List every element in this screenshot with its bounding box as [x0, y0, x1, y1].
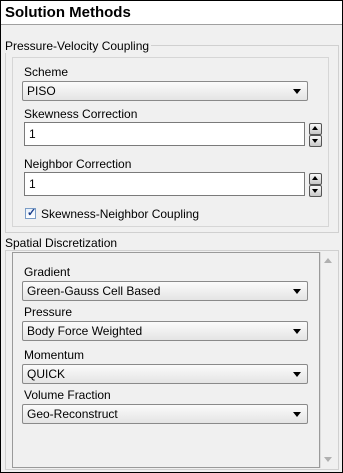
- skewness-correction-label: Skewness Correction: [24, 107, 138, 121]
- gradient-dropdown[interactable]: Green-Gauss Cell Based: [22, 281, 308, 301]
- pressure-velocity-group-label: Pressure-Velocity Coupling: [5, 39, 152, 53]
- neighbor-correction-spinner: [309, 172, 322, 197]
- spin-down-icon: [312, 139, 318, 143]
- skewness-correction-input[interactable]: 1: [24, 122, 305, 146]
- scheme-label: Scheme: [24, 65, 69, 79]
- solution-methods-panel: Solution Methods Pressure-Velocity Coupl…: [0, 0, 343, 473]
- neighbor-spin-up-button[interactable]: [309, 173, 322, 185]
- momentum-value: QUICK: [27, 367, 66, 381]
- skewness-correction-spinner: [309, 122, 322, 147]
- neighbor-correction-label: Neighbor Correction: [24, 157, 132, 171]
- volume-fraction-dropdown[interactable]: Geo-Reconstruct: [22, 404, 308, 424]
- spin-up-icon: [312, 176, 318, 180]
- skewness-neighbor-coupling-checkbox[interactable]: ✓: [25, 207, 37, 219]
- pressure-label: Pressure: [24, 305, 73, 319]
- skewness-spin-up-button[interactable]: [309, 123, 322, 135]
- scheme-value: PISO: [27, 84, 56, 98]
- momentum-label: Momentum: [24, 348, 85, 362]
- chevron-down-icon: [293, 372, 301, 377]
- chevron-down-icon: [293, 412, 301, 417]
- scroll-down-icon[interactable]: [324, 457, 332, 462]
- pressure-value: Body Force Weighted: [27, 324, 143, 338]
- volume-fraction-label: Volume Fraction: [24, 388, 111, 402]
- volume-fraction-value: Geo-Reconstruct: [27, 407, 118, 421]
- checkmark-icon: ✓: [27, 207, 37, 219]
- vertical-scrollbar[interactable]: [320, 252, 336, 468]
- neighbor-spin-down-button[interactable]: [309, 185, 322, 197]
- scroll-up-icon[interactable]: [324, 258, 332, 263]
- scheme-dropdown[interactable]: PISO: [22, 81, 308, 101]
- skewness-spin-down-button[interactable]: [309, 135, 322, 147]
- chevron-down-icon: [293, 289, 301, 294]
- gradient-label: Gradient: [24, 265, 71, 279]
- neighbor-correction-input[interactable]: 1: [24, 172, 305, 196]
- pressure-dropdown[interactable]: Body Force Weighted: [22, 321, 308, 341]
- chevron-down-icon: [293, 329, 301, 334]
- skewness-neighbor-coupling-label: Skewness-Neighbor Coupling: [41, 207, 200, 221]
- spin-up-icon: [312, 126, 318, 130]
- spatial-discretization-group-label: Spatial Discretization: [5, 236, 120, 250]
- chevron-down-icon: [293, 89, 301, 94]
- spin-down-icon: [312, 189, 318, 193]
- panel-title: Solution Methods: [1, 1, 342, 25]
- gradient-value: Green-Gauss Cell Based: [27, 284, 161, 298]
- momentum-dropdown[interactable]: QUICK: [22, 364, 308, 384]
